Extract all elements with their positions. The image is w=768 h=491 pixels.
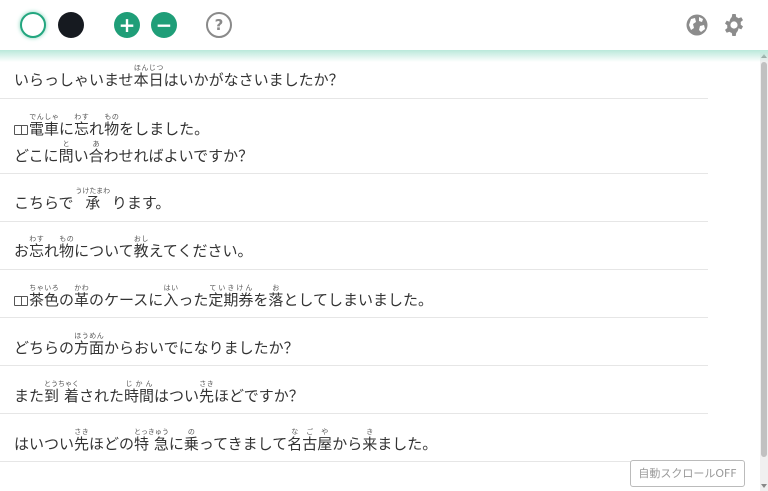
- row-divider: [0, 317, 708, 318]
- sentence-text: お忘わすれ物ものについて教おしえてください。: [14, 235, 253, 260]
- scrollbar-thumb[interactable]: [761, 62, 767, 457]
- conversation-list: いらっしゃいませ本日ほんじつはいかがなさいましたか？ 電車でんしゃに忘わすれ物もの…: [0, 52, 760, 491]
- book-icon: [14, 125, 28, 135]
- globe-icon[interactable]: [685, 13, 709, 37]
- scroll-down-icon[interactable]: [761, 484, 767, 488]
- row-divider: [0, 269, 708, 270]
- sentence-text: 電車でんしゃに忘わすれ物ものをしました。: [29, 113, 210, 138]
- help-button[interactable]: ?: [206, 12, 232, 38]
- row-divider: [0, 98, 708, 99]
- row-divider: [0, 461, 708, 462]
- toolbar: + − ?: [0, 0, 768, 62]
- row-divider: [0, 365, 708, 366]
- sentence-text: こちらで 承うけたまわ ります。: [14, 187, 171, 212]
- book-icon: [14, 296, 28, 306]
- sentence-text: 茶色ちゃいろの革かわのケースに入はいった定期券ていきけんを落おとしてしまいました…: [29, 284, 433, 309]
- gear-icon[interactable]: [722, 13, 746, 37]
- sentence-item[interactable]: 電車でんしゃに忘わすれ物ものをしました。: [14, 113, 209, 138]
- black-theme-icon[interactable]: [58, 12, 84, 38]
- sentence-item[interactable]: こちらで 承うけたまわ ります。: [14, 187, 170, 212]
- zoom-out-button[interactable]: −: [151, 12, 177, 38]
- sentence-text: いらっしゃいませ本日ほんじつはいかがなさいましたか？: [14, 64, 344, 89]
- row-divider: [0, 221, 708, 222]
- scrollbar[interactable]: [760, 52, 768, 491]
- sentence-item[interactable]: はいつい先さきほどの特 急とっきゅうに乗のってきまして名古屋なごやから来きました…: [14, 428, 437, 453]
- sentence-text: また到 着とうちゃくされた時間じかんはつい先さきほどですか？: [14, 380, 304, 405]
- sentence-text: どちらの方面ほうめんからおいでになりましたか？: [14, 332, 299, 357]
- sentence-item[interactable]: お忘わすれ物ものについて教おしえてください。: [14, 235, 252, 260]
- sentence-item[interactable]: どこに問とい合あわせればよいですか？: [14, 140, 253, 165]
- sentence-item[interactable]: また到 着とうちゃくされた時間じかんはつい先さきほどですか？: [14, 380, 304, 405]
- row-divider: [0, 173, 708, 174]
- autoscroll-toggle-button[interactable]: 自動スクロールOFF: [630, 460, 745, 487]
- sentence-text: はいつい先さきほどの特 急とっきゅうに乗のってきまして名古屋なごやから来きました…: [14, 428, 438, 453]
- white-theme-icon[interactable]: [20, 12, 46, 38]
- sentence-item[interactable]: いらっしゃいませ本日ほんじつはいかがなさいましたか？: [14, 64, 344, 89]
- sentence-item[interactable]: どちらの方面ほうめんからおいでになりましたか？: [14, 332, 299, 357]
- sentence-text: どこに問とい合あわせればよいですか？: [14, 140, 254, 165]
- sentence-item[interactable]: 茶色ちゃいろの革かわのケースに入はいった定期券ていきけんを落おとしてしまいました…: [14, 284, 433, 309]
- row-divider: [0, 413, 708, 414]
- zoom-in-button[interactable]: +: [114, 12, 140, 38]
